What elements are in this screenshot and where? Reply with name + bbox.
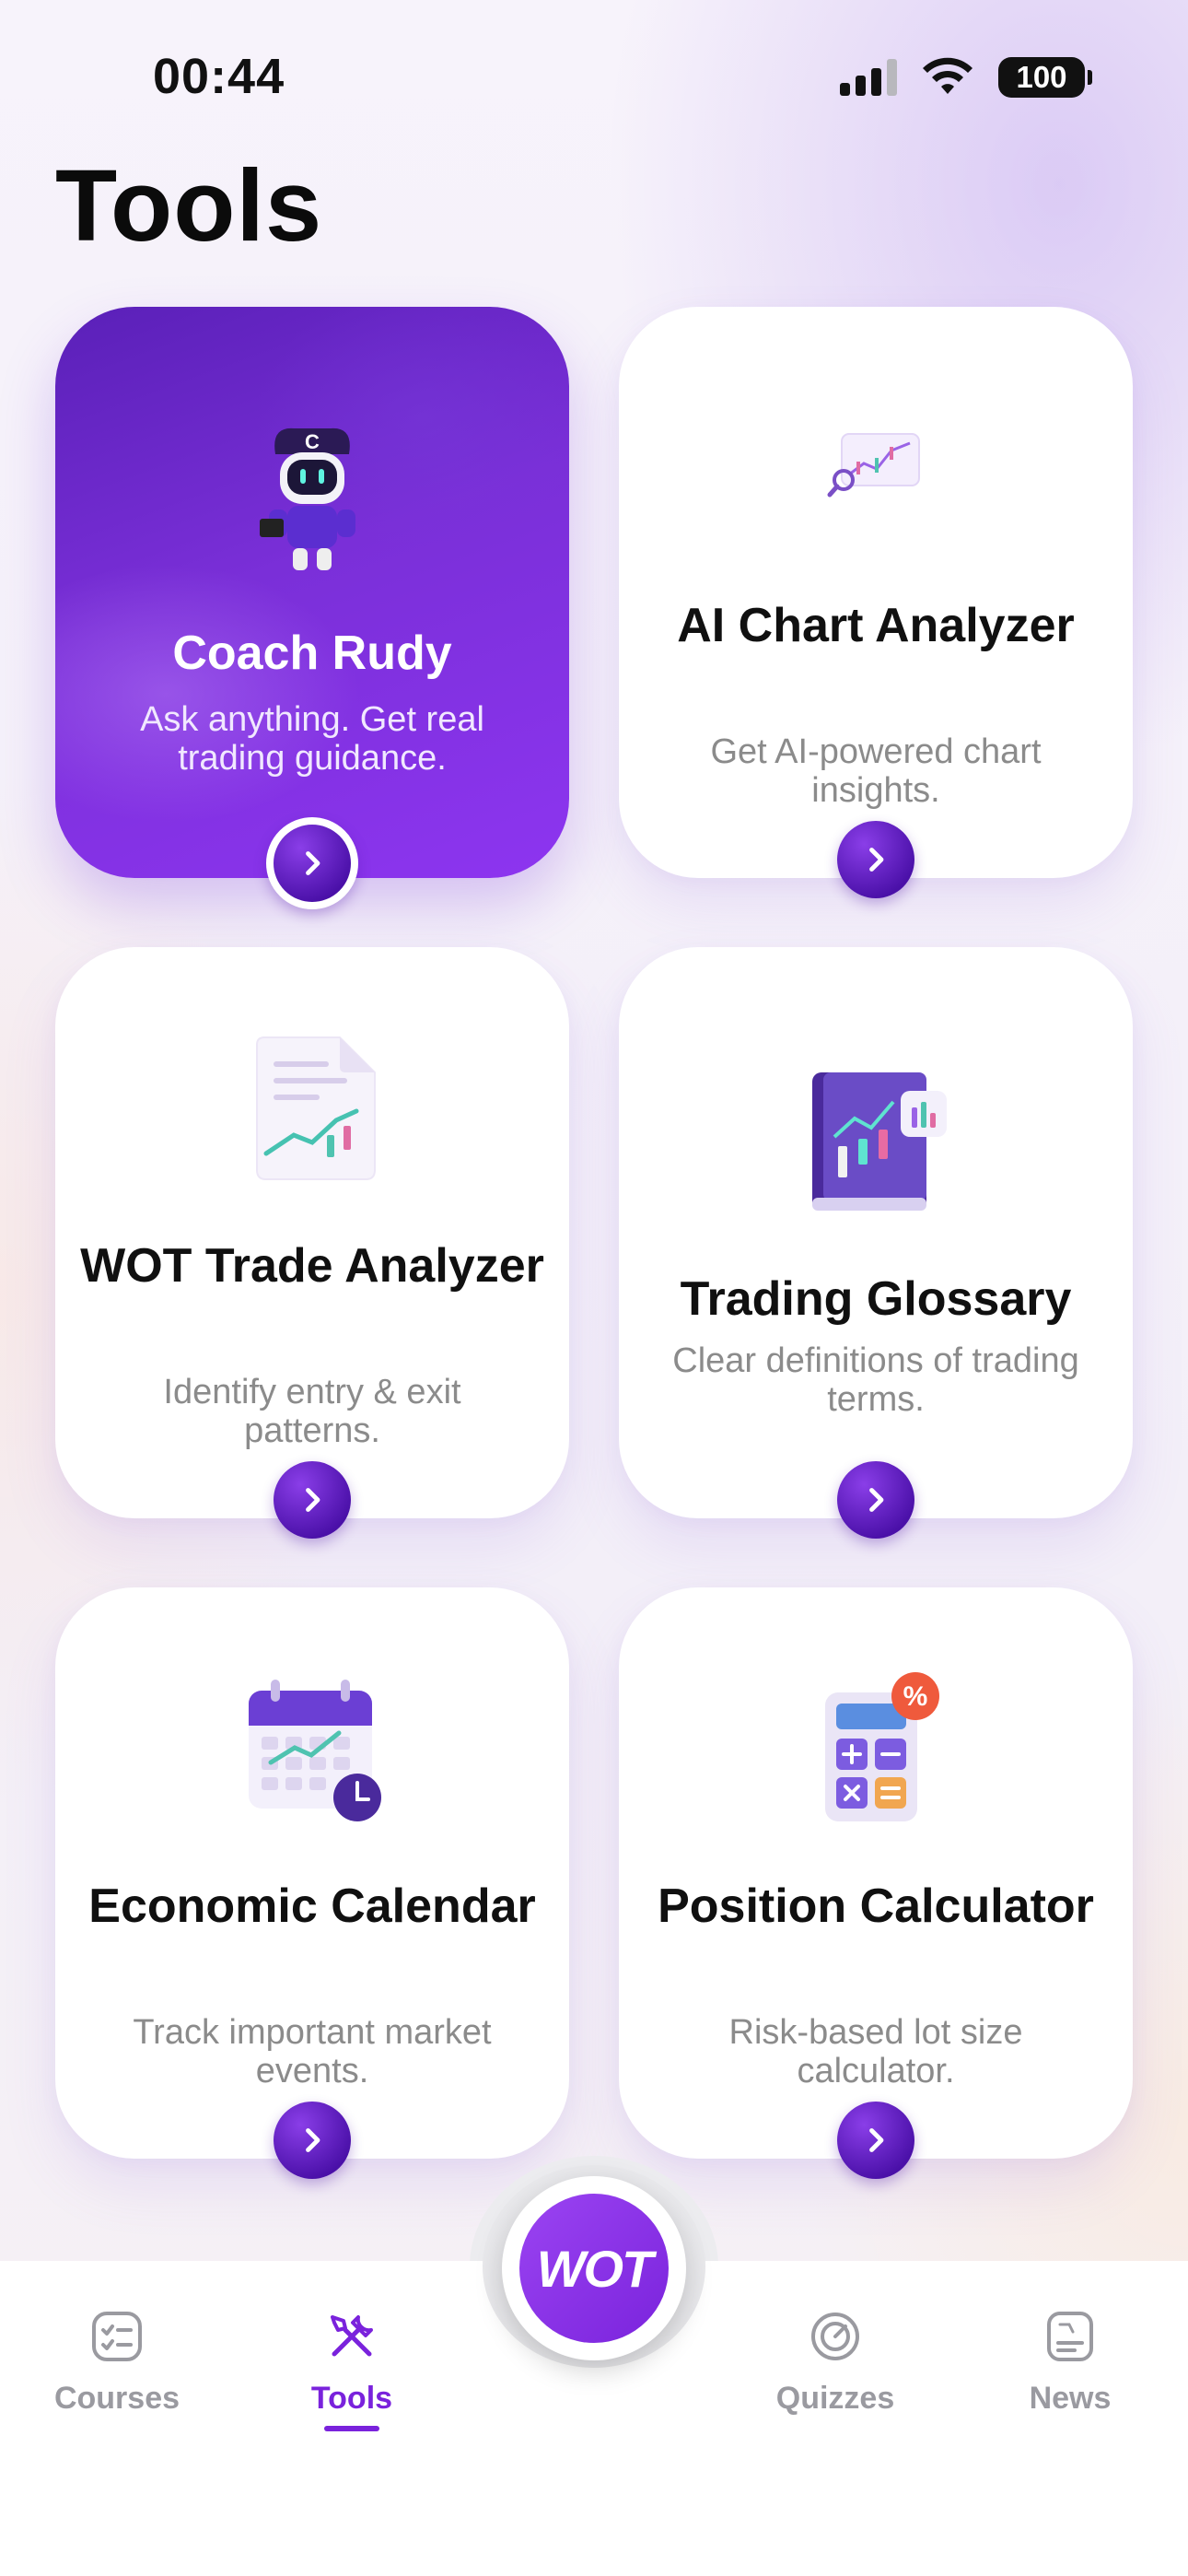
card-description: Ask anything. Get real trading guidance.: [140, 700, 484, 778]
open-trading-glossary-button[interactable]: [837, 1461, 914, 1539]
card-title: Trading Glossary: [680, 1272, 1072, 1326]
card-title: Economic Calendar: [88, 1879, 536, 1933]
card-wot-trade-analyzer[interactable]: WOT Trade Analyzer Identify entry & exit…: [55, 947, 569, 1539]
open-ai-chart-analyzer-button[interactable]: [837, 821, 914, 898]
nav-item-news[interactable]: News: [978, 2308, 1162, 2417]
nav-item-quizzes[interactable]: Quizzes: [743, 2308, 927, 2417]
card-trading-glossary[interactable]: Trading Glossary Clear definitions of tr…: [619, 947, 1133, 1539]
wot-logo: WOT: [536, 2239, 654, 2298]
document-chart-icon: [256, 1036, 376, 1180]
news-icon: [1047, 2312, 1093, 2361]
nav-item-tools[interactable]: Tools: [260, 2308, 444, 2431]
card-description: Clear definitions of trading terms.: [672, 1341, 1079, 1419]
tools-icon: [331, 2315, 373, 2357]
chevron-right-icon: [306, 2128, 320, 2152]
nav-item-courses[interactable]: Courses: [25, 2308, 209, 2417]
card-description: Identify entry & exit patterns.: [163, 1373, 461, 1450]
nav-label: Quizzes: [775, 2381, 895, 2416]
open-wot-trade-analyzer-button[interactable]: [274, 1461, 351, 1539]
robot-mascot-icon: C: [260, 427, 355, 570]
card-description: Risk-based lot size calculator.: [728, 2013, 1023, 2090]
nav-label: News: [1029, 2381, 1112, 2416]
svg-text:C: C: [305, 430, 320, 453]
card-title: AI Chart Analyzer: [677, 599, 1075, 652]
card-coach-rudy[interactable]: C Coach Rudy Ask anything. Get real trad…: [55, 307, 569, 909]
cellular-signal-icon: [840, 59, 897, 96]
chart-magnifier-icon: [827, 433, 920, 498]
battery-icon: 100: [998, 57, 1092, 98]
chevron-right-icon: [869, 2128, 884, 2152]
svg-text:%: %: [903, 1681, 928, 1712]
card-ai-chart-analyzer[interactable]: AI Chart Analyzer Get AI-powered chart i…: [619, 307, 1133, 898]
card-title: Coach Rudy: [172, 626, 452, 680]
quiz-icon: [811, 2313, 859, 2360]
page-title: Tools: [55, 149, 323, 263]
chevron-right-icon: [869, 848, 884, 872]
active-tab-indicator: [324, 2426, 379, 2431]
checklist-icon: [92, 2312, 142, 2361]
status-time: 00:44: [153, 49, 285, 104]
glossary-book-icon: [812, 1072, 947, 1211]
chevron-right-icon: [869, 1488, 884, 1512]
open-position-calculator-button[interactable]: [837, 2102, 914, 2179]
calculator-icon: %: [825, 1672, 939, 1821]
card-description: Track important market events.: [133, 2013, 492, 2090]
card-title: Position Calculator: [658, 1879, 1094, 1933]
wot-home-button[interactable]: WOT: [519, 2194, 669, 2343]
calendar-chart-icon: [249, 1680, 381, 1821]
card-position-calculator[interactable]: % Position Calculator Risk-based lot siz…: [619, 1587, 1133, 2179]
nav-label: Tools: [310, 2381, 393, 2416]
status-icons: 100: [840, 57, 1092, 98]
nav-label: Courses: [53, 2381, 181, 2416]
card-description: Get AI-powered chart insights.: [710, 732, 1042, 810]
open-economic-calendar-button[interactable]: [274, 2102, 351, 2179]
card-economic-calendar[interactable]: Economic Calendar Track important market…: [55, 1587, 569, 2179]
card-title: WOT Trade Analyzer: [80, 1239, 544, 1293]
open-coach-rudy-button[interactable]: [266, 817, 358, 909]
chevron-right-icon: [306, 851, 320, 875]
chevron-right-icon: [306, 1488, 320, 1512]
wifi-icon: [923, 57, 973, 94]
